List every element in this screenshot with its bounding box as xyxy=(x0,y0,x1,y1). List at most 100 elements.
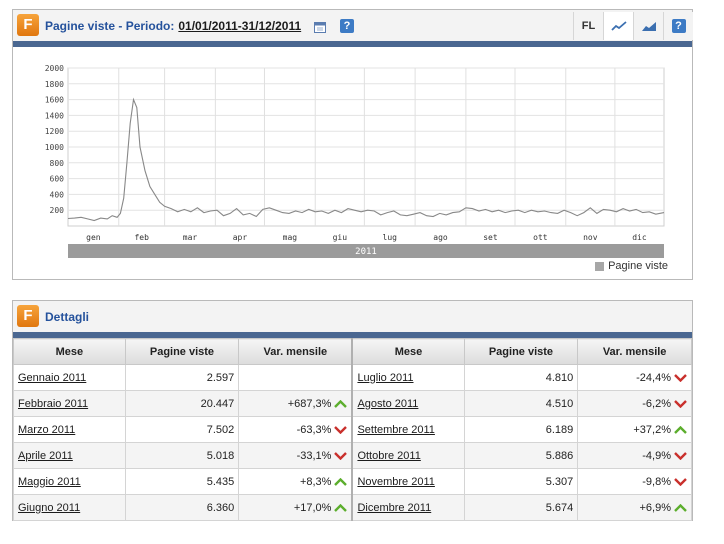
trend-up-icon xyxy=(674,503,687,512)
views-cell: 6.360 xyxy=(124,494,240,521)
y-tick-label: 800 xyxy=(50,159,65,168)
fl-button[interactable]: FL xyxy=(573,12,603,40)
month-link[interactable]: Maggio 2011 xyxy=(13,468,126,495)
month-link[interactable]: Marzo 2011 xyxy=(13,416,126,443)
trend-up-icon xyxy=(334,503,348,512)
panel-header: F Pagine viste - Periodo: 01/01/2011-31/1… xyxy=(13,10,693,41)
chart-legend: Pagine viste xyxy=(595,260,668,272)
table-row: Maggio 2011 5.435 +8,3% Novembre 2011 5.307 -… xyxy=(13,468,692,495)
chart-help-button[interactable]: ? xyxy=(663,12,693,40)
views-cell: 5.435 xyxy=(124,468,240,495)
month-link[interactable]: Giugno 2011 xyxy=(13,494,126,521)
trend-down-icon xyxy=(674,451,687,460)
year-label: 2011 xyxy=(355,247,377,257)
views-cell: 7.502 xyxy=(124,416,240,443)
month-link[interactable]: Ottobre 2011 xyxy=(351,442,465,469)
help-icon[interactable]: ? xyxy=(340,19,354,33)
page-views-line-chart: 200 400 600 800 1000 1200 1400 1600 1800 2000 gen f… xyxy=(45,64,665,258)
trend-up-icon xyxy=(334,477,348,486)
x-tick-label: feb xyxy=(134,233,149,242)
month-link[interactable]: Settembre 2011 xyxy=(351,416,465,443)
views-cell: 5.886 xyxy=(463,442,579,469)
y-tick-label: 600 xyxy=(50,175,65,184)
views-cell: 6.189 xyxy=(463,416,579,443)
x-tick-label: nov xyxy=(583,233,598,242)
variation-cell: +37,2% xyxy=(577,416,692,443)
x-tick-label: gen xyxy=(86,233,101,242)
views-cell: 2.597 xyxy=(124,364,240,391)
panel-title: Pagine viste - Periodo: xyxy=(45,19,175,33)
views-cell: 5.307 xyxy=(463,468,579,495)
trend-up-icon xyxy=(334,399,348,408)
month-link[interactable]: Luglio 2011 xyxy=(351,364,465,391)
y-tick-label: 1200 xyxy=(45,127,64,136)
area-chart-icon xyxy=(641,22,656,31)
x-tick-label: set xyxy=(483,233,498,242)
y-tick-label: 200 xyxy=(50,206,65,215)
month-link[interactable]: Novembre 2011 xyxy=(351,468,465,495)
table-row: Giugno 2011 6.360 +17,0% Dicembre 2011 5.674… xyxy=(13,494,692,521)
views-cell: 20.447 xyxy=(124,390,240,417)
table-header-row: Mese Pagine viste Var. mensile Mese Pagi… xyxy=(13,338,692,365)
trend-down-icon xyxy=(334,425,348,434)
trend-up-icon xyxy=(674,425,687,434)
variation-cell: -24,4% xyxy=(577,364,692,391)
month-link[interactable]: Gennaio 2011 xyxy=(13,364,126,391)
x-tick-label: giu xyxy=(333,233,348,242)
views-cell: 5.018 xyxy=(124,442,240,469)
page-views-panel: F Pagine viste - Periodo: 01/01/2011-31/1… xyxy=(12,9,693,280)
x-tick-label: apr xyxy=(233,233,248,242)
x-tick-label: lug xyxy=(383,233,398,242)
y-tick-label: 1400 xyxy=(45,111,64,120)
y-tick-label: 1000 xyxy=(45,143,64,152)
panel-title: Dettagli xyxy=(45,310,90,324)
legend-swatch xyxy=(595,261,605,271)
trend-down-icon xyxy=(674,373,687,382)
table-row: Marzo 2011 7.502 -63,3% Settembre 2011 6.189… xyxy=(13,416,692,443)
trend-down-icon xyxy=(334,451,348,460)
table-row: Febbraio 2011 20.447 +687,3% Agosto 2011 4.5… xyxy=(13,390,692,417)
x-tick-label: ago xyxy=(433,233,448,242)
variation-value: -6,2% xyxy=(642,397,671,410)
variation-value: +6,9% xyxy=(639,501,672,514)
line-chart-button[interactable] xyxy=(603,12,633,40)
views-cell: 4.810 xyxy=(463,364,579,391)
variation-cell xyxy=(238,364,353,391)
x-tick-label: mar xyxy=(183,233,198,242)
variation-cell: -63,3% xyxy=(238,416,353,443)
trend-down-icon xyxy=(674,477,687,486)
variation-value: +37,2% xyxy=(633,423,671,436)
month-link[interactable]: Dicembre 2011 xyxy=(351,494,465,521)
f-logo-icon: F xyxy=(17,14,39,36)
panel-header: F Dettagli xyxy=(13,301,692,332)
details-table: Mese Pagine viste Var. mensile Mese Pagi… xyxy=(13,338,692,521)
month-link[interactable]: Aprile 2011 xyxy=(13,442,126,469)
table-row: Aprile 2011 5.018 -33,1% Ottobre 2011 5.886 -… xyxy=(13,442,692,469)
views-cell: 5.674 xyxy=(463,494,579,521)
y-tick-label: 1800 xyxy=(45,80,64,89)
variation-value: -63,3% xyxy=(296,423,332,436)
col-header-month: Mese xyxy=(351,338,465,365)
area-chart-button[interactable] xyxy=(633,12,663,40)
month-link[interactable]: Febbraio 2011 xyxy=(13,390,126,417)
variation-cell: +8,3% xyxy=(238,468,353,495)
help-icon: ? xyxy=(671,19,686,33)
col-header-views: Pagine viste xyxy=(463,338,579,365)
period-link[interactable]: 01/01/2011-31/12/2011 xyxy=(178,19,301,33)
line-chart-icon xyxy=(610,21,627,31)
variation-cell: +6,9% xyxy=(577,494,692,521)
details-panel: F Dettagli Mese Pagine viste Var. mensil… xyxy=(12,300,693,521)
trend-down-icon xyxy=(674,399,687,408)
table-row: Gennaio 2011 2.597 Luglio 2011 4.810 -24,4% xyxy=(13,364,692,391)
variation-value: -4,9% xyxy=(642,449,671,462)
y-tick-label: 2000 xyxy=(45,64,64,73)
col-header-variation: Var. mensile xyxy=(577,338,692,365)
variation-value: -24,4% xyxy=(636,371,671,384)
variation-value: -33,1% xyxy=(296,449,332,462)
variation-value: -9,8% xyxy=(642,475,671,488)
col-header-views: Pagine viste xyxy=(124,338,240,365)
variation-cell: -4,9% xyxy=(577,442,692,469)
x-tick-label: mag xyxy=(283,233,298,242)
calendar-icon[interactable] xyxy=(314,21,326,33)
month-link[interactable]: Agosto 2011 xyxy=(351,390,465,417)
